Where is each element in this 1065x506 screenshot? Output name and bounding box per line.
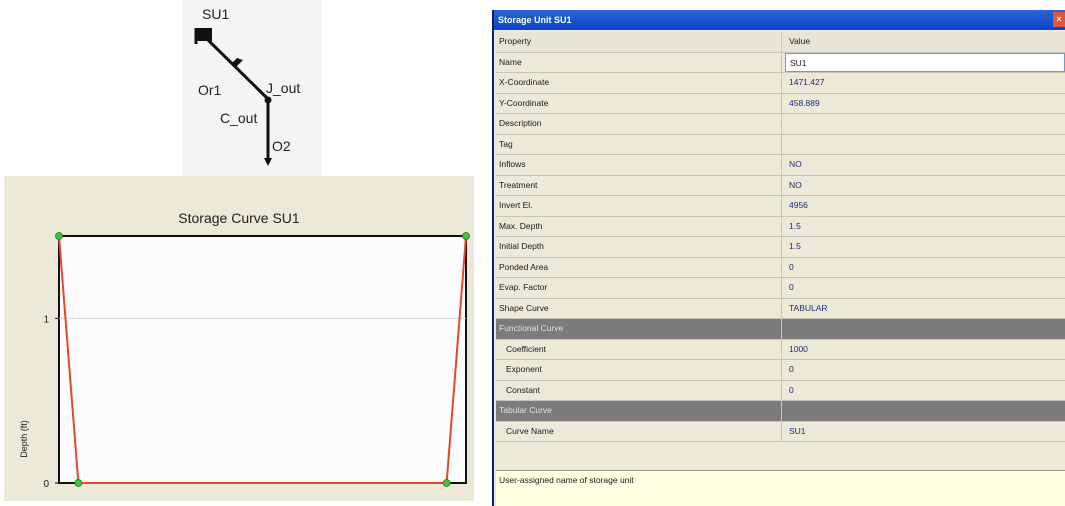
property-value[interactable]: 0 bbox=[785, 360, 1065, 380]
property-row[interactable]: X-Coordinate 1471.427 bbox=[496, 73, 1065, 94]
property-value[interactable]: 1000 bbox=[785, 340, 1065, 360]
window-title: Storage Unit SU1 bbox=[498, 15, 572, 25]
property-name: Treatment bbox=[496, 175, 782, 195]
data-point bbox=[462, 232, 470, 240]
property-name: Exponent bbox=[496, 360, 782, 380]
property-value[interactable] bbox=[785, 135, 1065, 155]
property-name: Y-Coordinate bbox=[496, 93, 782, 113]
property-name: Invert El. bbox=[496, 196, 782, 216]
property-value[interactable]: TABULAR bbox=[785, 299, 1065, 319]
property-description: User-assigned name of storage unit bbox=[496, 470, 1065, 506]
property-section-row: Functional Curve bbox=[496, 319, 1065, 340]
property-name: Coefficient bbox=[496, 339, 782, 359]
outfall-label: O2 bbox=[272, 138, 291, 154]
property-row[interactable]: Evap. Factor 0 bbox=[496, 278, 1065, 299]
plot-area bbox=[58, 235, 467, 484]
data-point bbox=[442, 479, 451, 487]
property-name: Constant bbox=[496, 380, 782, 400]
property-row[interactable]: Inflows NO bbox=[496, 155, 1065, 176]
property-row[interactable]: Invert El. 4956 bbox=[496, 196, 1065, 217]
property-row[interactable]: Ponded Area 0 bbox=[496, 257, 1065, 278]
property-row[interactable]: Shape Curve TABULAR bbox=[496, 298, 1065, 319]
junction-label: J_out bbox=[266, 80, 301, 96]
property-row[interactable]: Exponent 0 bbox=[496, 360, 1065, 381]
property-name: Description bbox=[496, 114, 782, 134]
storage-unit-icon[interactable] bbox=[196, 28, 212, 41]
property-value[interactable]: 1471.427 bbox=[785, 73, 1065, 93]
property-value[interactable]: 1.5 bbox=[785, 237, 1065, 257]
storage-curve-panel: Storage Curve SU1 Depth (ft) 01 bbox=[4, 176, 474, 501]
property-row[interactable]: Y-Coordinate 458.889 bbox=[496, 93, 1065, 114]
property-name: Tabular Curve bbox=[496, 401, 782, 421]
property-name: Inflows bbox=[496, 155, 782, 175]
property-name: Curve Name bbox=[496, 421, 782, 441]
property-row[interactable]: Tag bbox=[496, 134, 1065, 155]
property-row[interactable]: Constant 0 bbox=[496, 380, 1065, 401]
property-name: Ponded Area bbox=[496, 257, 782, 277]
property-row[interactable]: Description bbox=[496, 114, 1065, 135]
property-value-input[interactable]: SU1 bbox=[785, 52, 1065, 72]
close-button[interactable]: × bbox=[1053, 12, 1065, 27]
property-editor-window: Storage Unit SU1 × Property Value Name SU… bbox=[492, 10, 1065, 506]
property-row[interactable]: Treatment NO bbox=[496, 175, 1065, 196]
property-name: Initial Depth bbox=[496, 237, 782, 257]
property-value[interactable]: NO bbox=[785, 155, 1065, 175]
grid-header: Property Value bbox=[496, 32, 1065, 53]
window-titlebar[interactable]: Storage Unit SU1 × bbox=[494, 10, 1065, 30]
property-name: Functional Curve bbox=[496, 319, 782, 339]
value-column-header: Value bbox=[789, 36, 811, 46]
property-grid: Property Value Name SU1 X-Coordinate 1471.4… bbox=[496, 32, 1065, 442]
property-row[interactable]: Coefficient 1000 bbox=[496, 339, 1065, 360]
property-value[interactable]: NO bbox=[785, 176, 1065, 196]
conduit-label: C_out bbox=[220, 110, 258, 126]
y-tick-label: 0 bbox=[43, 479, 49, 490]
property-row[interactable]: Curve Name SU1 bbox=[496, 421, 1065, 442]
property-name: X-Coordinate bbox=[496, 73, 782, 93]
property-value[interactable]: SU1 bbox=[785, 422, 1065, 442]
storage-label: SU1 bbox=[202, 6, 230, 22]
y-tick-label: 1 bbox=[43, 314, 49, 325]
property-name: Name bbox=[496, 52, 782, 72]
network-schematic: SU1 Or1 J_out C_out O2 bbox=[182, 0, 322, 176]
property-value[interactable]: 458.889 bbox=[785, 94, 1065, 114]
property-value[interactable]: 0 bbox=[785, 278, 1065, 298]
property-name: Tag bbox=[496, 134, 782, 154]
property-value[interactable]: 0 bbox=[785, 381, 1065, 401]
property-row[interactable]: Max. Depth 1.5 bbox=[496, 216, 1065, 237]
property-name: Shape Curve bbox=[496, 298, 782, 318]
property-value bbox=[785, 401, 1065, 421]
property-column-header: Property bbox=[496, 32, 782, 52]
property-name: Max. Depth bbox=[496, 216, 782, 236]
property-value[interactable]: 1.5 bbox=[785, 217, 1065, 237]
property-row[interactable]: Name SU1 bbox=[496, 52, 1065, 73]
data-point bbox=[74, 479, 83, 487]
data-point bbox=[55, 232, 63, 240]
property-name: Evap. Factor bbox=[496, 278, 782, 298]
property-value[interactable]: 4956 bbox=[785, 196, 1065, 216]
outfall-arrow-icon[interactable] bbox=[264, 158, 272, 166]
property-value bbox=[785, 319, 1065, 339]
property-value[interactable] bbox=[785, 114, 1065, 134]
orifice-label: Or1 bbox=[198, 82, 222, 98]
property-row[interactable]: Initial Depth 1.5 bbox=[496, 237, 1065, 258]
storage-curve-chart: 01 bbox=[43, 232, 470, 490]
property-section-row: Tabular Curve bbox=[496, 401, 1065, 422]
property-value[interactable]: 0 bbox=[785, 258, 1065, 278]
